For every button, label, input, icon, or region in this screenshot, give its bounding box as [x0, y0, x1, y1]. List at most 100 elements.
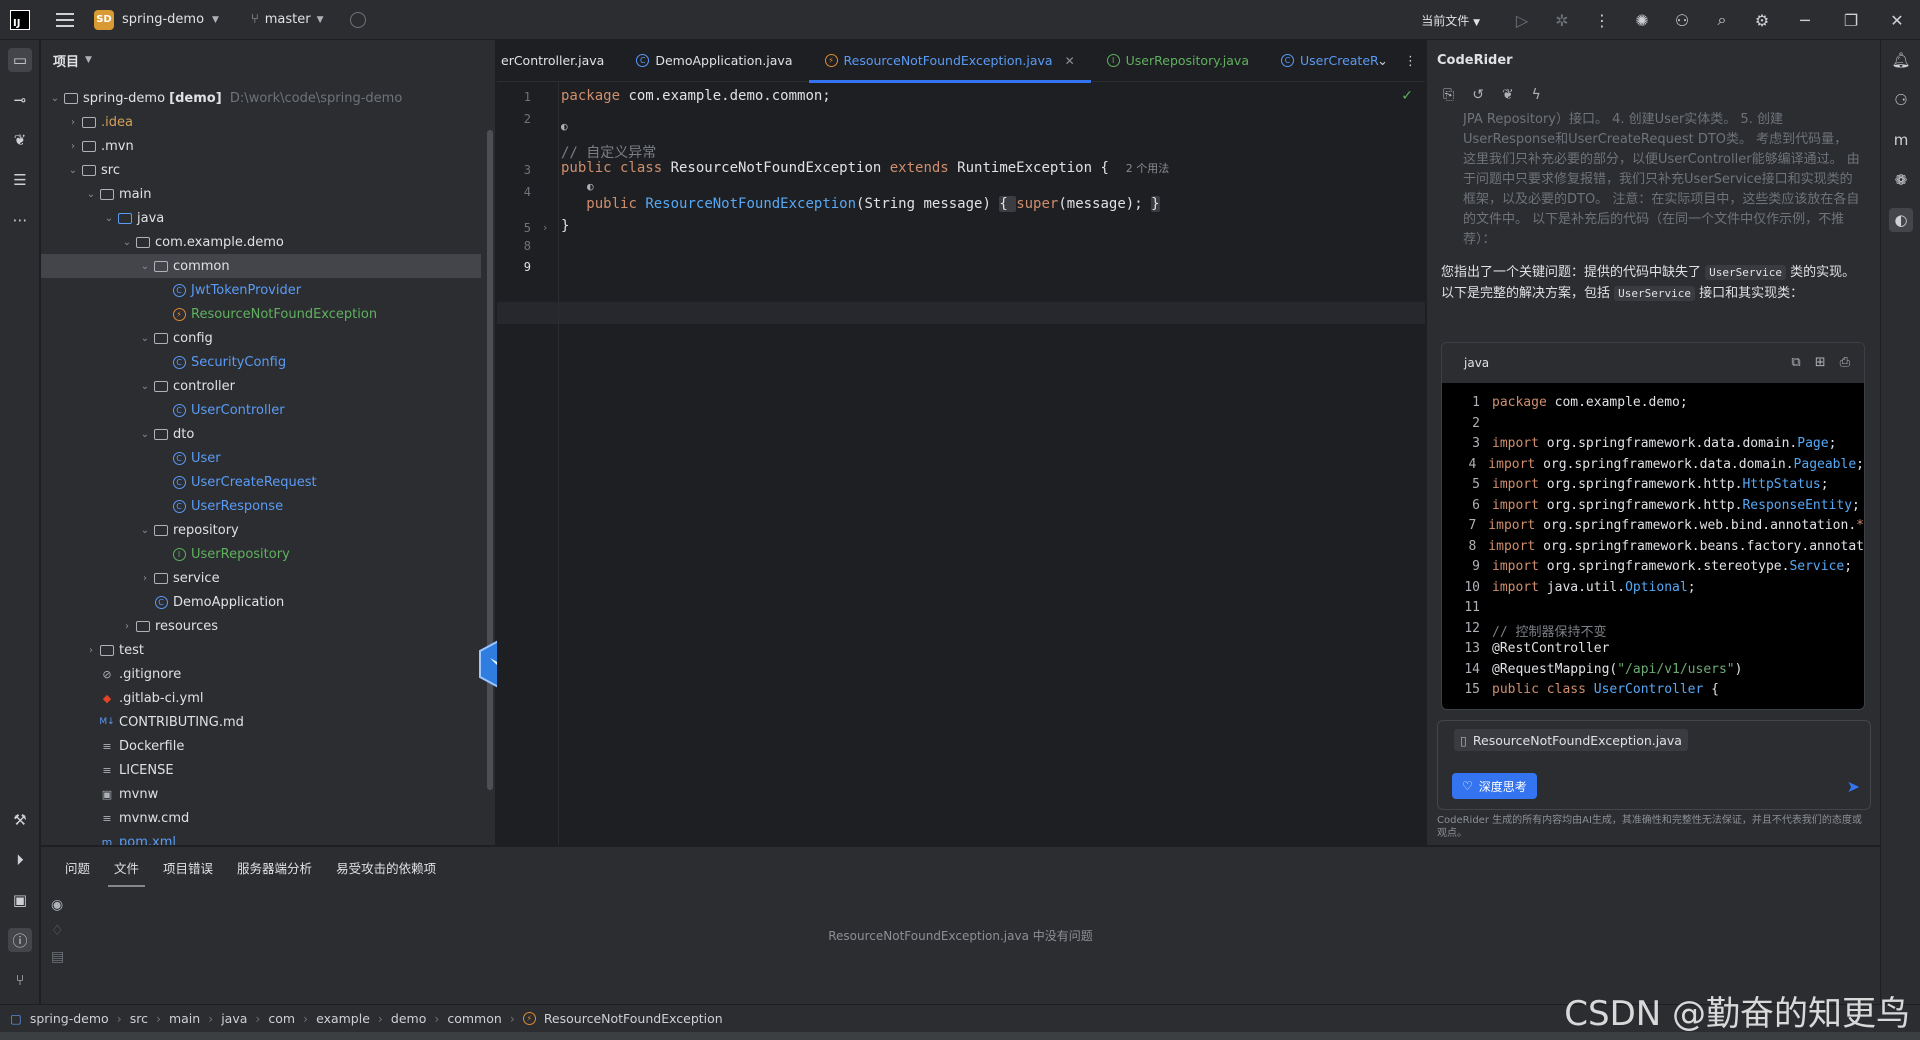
chevron-right-icon[interactable]: › [65, 117, 81, 128]
usages-hint[interactable]: 2 个用法 [1126, 162, 1170, 175]
chevron-down-icon[interactable]: ⌄ [65, 165, 81, 176]
problems-icon[interactable]: ⓘ [8, 928, 32, 952]
no-problems-check-icon[interactable]: ✓ [1401, 88, 1413, 104]
chevron-down-icon[interactable]: ⌄ [83, 189, 99, 200]
tree-item[interactable]: ⌄ java [41, 206, 481, 230]
settings-gear-icon[interactable]: ⚙ [1742, 0, 1782, 40]
tab-user-repository[interactable]: I UserRepository.java [1091, 40, 1265, 82]
tree-item[interactable]: ◆ .gitlab-ci.yml [41, 686, 481, 710]
tree-item[interactable]: C SecurityConfig [41, 350, 481, 374]
chevron-down-icon[interactable]: ⌄ [137, 381, 153, 392]
tree-item[interactable]: ⌄ com.example.demo [41, 230, 481, 254]
debug-icon[interactable]: ✲ [1542, 0, 1582, 40]
close-tab-icon[interactable]: ✕ [1065, 54, 1075, 68]
maven-icon[interactable]: m [1889, 128, 1913, 152]
breadcrumb-item[interactable]: example [316, 1011, 370, 1026]
fold-arrow-icon[interactable]: › [543, 221, 547, 234]
project-folder-icon[interactable]: ▭ [8, 48, 32, 72]
tree-item[interactable]: C UserCreateRequest [41, 470, 481, 494]
tab-problems[interactable]: 问题 [53, 847, 102, 887]
tab-user-controller[interactable]: erController.java [497, 40, 620, 82]
main-menu-icon[interactable] [56, 12, 74, 27]
clock-icon[interactable] [349, 11, 366, 28]
coderider-panel-icon[interactable]: ◐ [1889, 208, 1913, 232]
tree-item[interactable]: ≡ LICENSE [41, 758, 481, 782]
ai-chat-input[interactable]: ▯ ResourceNotFoundException.java ♡ 深度思考 ➤ [1437, 720, 1871, 810]
chevron-right-icon[interactable]: › [65, 141, 81, 152]
tree-item[interactable]: C JwtTokenProvider [41, 278, 481, 302]
tree-item[interactable]: ⚡ ResourceNotFoundException [41, 302, 481, 326]
breadcrumb-item[interactable]: spring-demo [30, 1011, 109, 1026]
eye-icon[interactable]: ◉ [51, 897, 64, 913]
vcs-branch-widget[interactable]: ⑂ master ▼ [251, 12, 324, 27]
tree-item[interactable]: › .idea [41, 110, 481, 134]
tree-item[interactable]: ⌄ config [41, 326, 481, 350]
chevron-down-icon[interactable]: ⌄ [137, 429, 153, 440]
breadcrumb-item[interactable]: src [130, 1011, 148, 1026]
tree-item[interactable]: I UserRepository [41, 542, 481, 566]
tree-item[interactable]: ⌄ dto [41, 422, 481, 446]
notifications-bell-icon[interactable]: 🔔︎ [1889, 48, 1913, 72]
tree-item[interactable]: ≡ mvnw.cmd [41, 806, 481, 830]
git-icon[interactable]: ⑂ [8, 968, 32, 992]
chevron-down-icon[interactable]: ⌄ [101, 213, 117, 224]
breadcrumb-item[interactable]: common [447, 1011, 501, 1026]
coderider-icon[interactable]: ❦ [8, 128, 32, 152]
lightning-icon[interactable]: ϟ [1532, 87, 1541, 103]
tree-item[interactable]: ⌄ src [41, 158, 481, 182]
add-user-icon[interactable]: ⚇ [1662, 0, 1702, 40]
send-icon[interactable]: ➤ [1847, 777, 1860, 796]
breadcrumb-item[interactable]: ResourceNotFoundException [544, 1011, 723, 1026]
plugin-icon[interactable]: ❁ [1889, 168, 1913, 192]
tab-file[interactable]: 文件 [102, 847, 151, 887]
agent-icon[interactable]: ❦ [1502, 87, 1514, 103]
history-icon[interactable]: ↺ [1472, 87, 1484, 103]
tab-project-errors[interactable]: 项目错误 [151, 847, 225, 887]
chevron-down-icon[interactable]: ⌄ [47, 93, 63, 104]
tree-item[interactable]: › test [41, 638, 481, 662]
services-icon[interactable]: ⏵ [8, 848, 32, 872]
tab-vulnerable-deps[interactable]: 易受攻击的依赖项 [324, 847, 448, 887]
minimize-icon[interactable]: ─ [1782, 0, 1828, 40]
deep-think-button[interactable]: ♡ 深度思考 [1452, 773, 1537, 799]
insert-icon[interactable]: ⊞ [1815, 355, 1826, 370]
project-switcher[interactable]: SD spring-demo ▼ [94, 9, 219, 30]
tab-resource-not-found-exception[interactable]: ⚡ ResourceNotFoundException.java ✕ [808, 40, 1091, 83]
build-hammer-icon[interactable]: ⚒ [8, 808, 32, 832]
ai-assistant-icon[interactable]: ✺ [1622, 0, 1662, 40]
commit-icon[interactable]: ⊸ [8, 88, 32, 112]
tab-list-chevron-icon[interactable]: ⌄ [1377, 54, 1388, 69]
restore-icon[interactable]: ❐ [1828, 0, 1874, 40]
chat-icon[interactable]: ⎘ [1443, 87, 1454, 103]
tree-item[interactable]: ⌄ repository [41, 518, 481, 542]
run-config-selector[interactable]: 当前文件 ▼ [1421, 12, 1480, 29]
breadcrumb-item[interactable]: main [169, 1011, 200, 1026]
tree-item[interactable]: ⌄ main [41, 182, 481, 206]
structure-icon[interactable]: ☰ [8, 168, 32, 192]
chevron-down-icon[interactable]: ⌄ [137, 261, 153, 272]
chevron-down-icon[interactable]: ⌄ [119, 237, 135, 248]
more-tools-icon[interactable]: ⋯ [8, 208, 32, 232]
tree-item[interactable]: ⌄ controller [41, 374, 481, 398]
tree-item[interactable]: › service [41, 566, 481, 590]
terminal-icon[interactable]: ▣ [8, 888, 32, 912]
tree-item[interactable]: ≡ Dockerfile [41, 734, 481, 758]
more-icon[interactable]: ⋮ [1582, 0, 1622, 40]
chevron-right-icon[interactable]: › [137, 573, 153, 584]
ai-inline-icon[interactable]: ◐ [561, 120, 568, 133]
close-icon[interactable]: ✕ [1874, 0, 1920, 40]
tree-item[interactable]: C UserResponse [41, 494, 481, 518]
code-editor[interactable]: package com.example.demo.common; ◐ // 自定… [561, 82, 1425, 845]
chevron-down-icon[interactable]: ⌄ [137, 525, 153, 536]
breadcrumb-item[interactable]: com [268, 1011, 295, 1026]
tab-user-create-request[interactable]: C UserCreateR [1265, 40, 1395, 82]
tree-item[interactable]: › .mvn [41, 134, 481, 158]
tree-item-selected[interactable]: ⌄ common [41, 254, 481, 278]
tree-item[interactable]: C UserController [41, 398, 481, 422]
tab-server-analysis[interactable]: 服务器端分析 [225, 847, 324, 887]
breadcrumb-item[interactable]: demo [391, 1011, 426, 1026]
chevron-right-icon[interactable]: › [119, 621, 135, 632]
run-icon[interactable]: ▷ [1502, 0, 1542, 40]
tree-item[interactable]: ▣ mvnw [41, 782, 481, 806]
preview-icon[interactable]: ▤ [51, 949, 64, 965]
